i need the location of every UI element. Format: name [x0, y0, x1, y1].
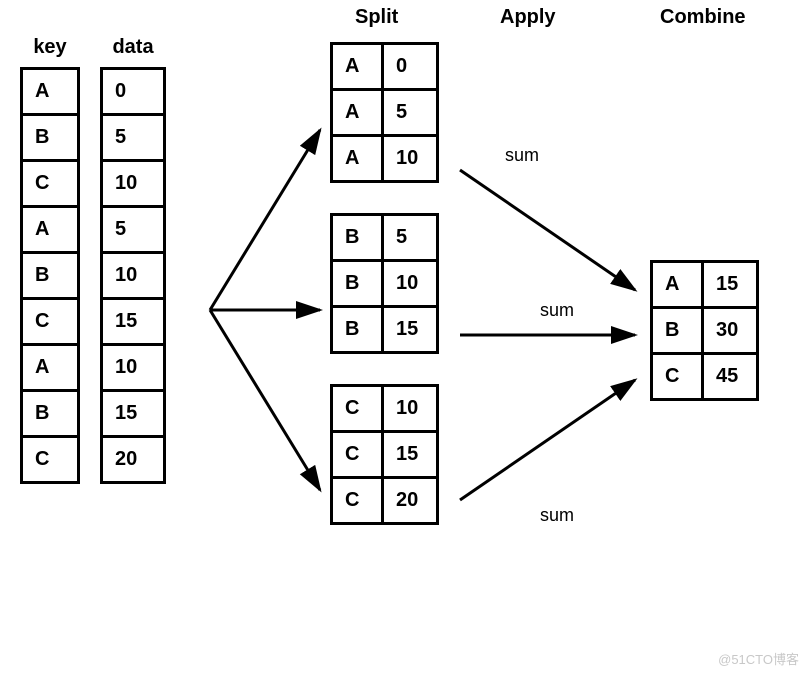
key-cell: B	[23, 254, 77, 297]
data-cell: 10	[103, 162, 163, 205]
combine-cell-key: B	[653, 309, 701, 352]
split-group-a: A0 A5 A10	[330, 42, 439, 183]
split-cell-key: C	[333, 387, 381, 430]
sum-label-b: sum	[540, 300, 574, 321]
split-cell-key: B	[333, 216, 381, 259]
data-cell: 10	[103, 254, 163, 297]
split-cell-val: 15	[381, 433, 436, 476]
key-cell: B	[23, 116, 77, 159]
key-cell: A	[23, 208, 77, 251]
split-cell-val: 5	[381, 91, 436, 134]
key-cell: C	[23, 300, 77, 343]
key-table: A B C A B C A B C	[20, 67, 80, 484]
key-cell: C	[23, 438, 77, 481]
data-cell: 0	[103, 70, 163, 113]
data-column: data 0 5 10 5 10 15 10 15 20	[100, 36, 166, 484]
watermark: @51CTO博客	[718, 649, 799, 668]
split-cell-val: 5	[381, 216, 436, 259]
key-cell: C	[23, 162, 77, 205]
split-group-b: B5 B10 B15	[330, 213, 439, 354]
combine-table: A15 B30 C45	[650, 260, 759, 401]
split-cell-key: B	[333, 262, 381, 305]
combine-cell-val: 30	[701, 309, 756, 352]
header-combine: Combine	[660, 6, 746, 29]
data-table: 0 5 10 5 10 15 10 15 20	[100, 67, 166, 484]
arrow-apply-c	[460, 380, 635, 500]
split-group-c: C10 C15 C20	[330, 384, 439, 525]
split-cell-key: A	[333, 137, 381, 180]
header-data: data	[112, 36, 153, 59]
key-cell: A	[23, 70, 77, 113]
header-apply: Apply	[500, 6, 556, 29]
arrow-split-c	[210, 310, 320, 490]
key-cell: B	[23, 392, 77, 435]
header-split: Split	[355, 6, 398, 29]
combine-cell-val: 15	[701, 263, 756, 306]
arrow-apply-a	[460, 170, 635, 290]
data-cell: 15	[103, 300, 163, 343]
arrow-split-a	[210, 130, 320, 310]
data-cell: 5	[103, 116, 163, 159]
data-cell: 15	[103, 392, 163, 435]
data-cell: 20	[103, 438, 163, 481]
combine-result: A15 B30 C45	[650, 260, 759, 401]
split-cell-key: C	[333, 479, 381, 522]
split-groups: A0 A5 A10 B5 B10 B15 C10 C15 C20	[330, 42, 439, 525]
split-cell-val: 10	[381, 137, 436, 180]
split-cell-key: A	[333, 45, 381, 88]
split-cell-val: 0	[381, 45, 436, 88]
data-cell: 5	[103, 208, 163, 251]
split-cell-key: C	[333, 433, 381, 476]
sum-label-a: sum	[505, 145, 539, 166]
split-cell-val: 10	[381, 262, 436, 305]
key-column: key A B C A B C A B C	[20, 36, 80, 484]
split-cell-key: B	[333, 308, 381, 351]
split-cell-key: A	[333, 91, 381, 134]
split-cell-val: 10	[381, 387, 436, 430]
key-cell: A	[23, 346, 77, 389]
split-cell-val: 15	[381, 308, 436, 351]
combine-cell-val: 45	[701, 355, 756, 398]
data-cell: 10	[103, 346, 163, 389]
combine-cell-key: C	[653, 355, 701, 398]
header-key: key	[33, 36, 66, 59]
combine-cell-key: A	[653, 263, 701, 306]
sum-label-c: sum	[540, 505, 574, 526]
split-cell-val: 20	[381, 479, 436, 522]
